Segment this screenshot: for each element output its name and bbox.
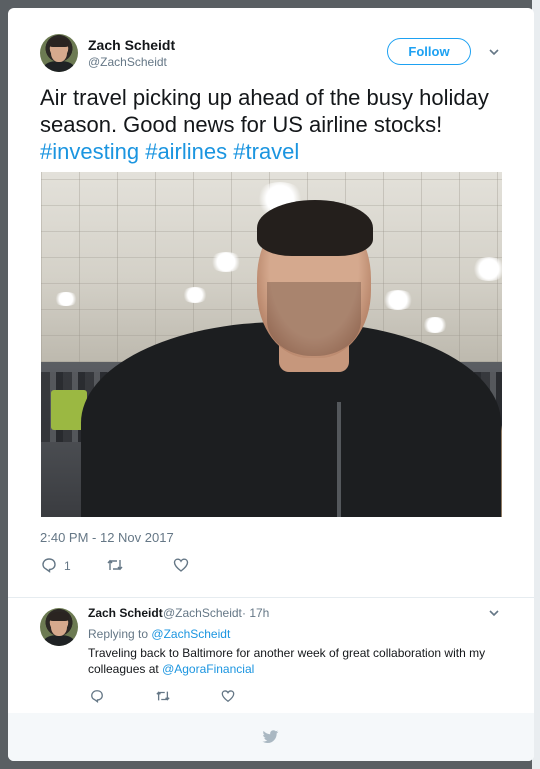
reply-reply-icon[interactable] — [90, 689, 104, 703]
tweet-timestamp[interactable]: 2:40 PM - 12 Nov 2017 — [40, 530, 174, 545]
reply-chevron-down-icon[interactable] — [489, 610, 499, 617]
tweet-text: Air travel picking up ahead of the busy … — [40, 84, 510, 165]
reply-body: Traveling back to Baltimore for another … — [88, 646, 486, 676]
divider — [8, 597, 534, 598]
like-icon[interactable] — [173, 557, 189, 573]
reply-count: 1 — [64, 559, 71, 573]
follow-button[interactable]: Follow — [387, 38, 471, 65]
reply-author-handle[interactable]: @ZachScheidt — [163, 606, 242, 620]
reply-text: Traveling back to Baltimore for another … — [88, 645, 488, 677]
author-handle[interactable]: @ZachScheidt — [88, 55, 167, 69]
modal-footer — [8, 713, 534, 761]
replying-to-handle[interactable]: @ZachScheidt — [151, 627, 230, 641]
reply-like-icon[interactable] — [221, 689, 235, 703]
hashtag-travel[interactable]: #travel — [233, 139, 299, 164]
tweet-photo[interactable] — [41, 172, 502, 517]
retweet-icon[interactable] — [106, 557, 124, 573]
twitter-bird-icon[interactable] — [262, 730, 279, 744]
tweet-body: Air travel picking up ahead of the busy … — [40, 85, 489, 137]
hashtag-investing[interactable]: #investing — [40, 139, 139, 164]
hashtag-airlines[interactable]: #airlines — [145, 139, 227, 164]
reply-author-avatar[interactable] — [40, 608, 78, 646]
reply-retweet-icon[interactable] — [155, 689, 171, 703]
reply-time[interactable]: · 17h — [242, 606, 269, 620]
author-name[interactable]: Zach Scheidt — [88, 37, 175, 53]
chevron-down-icon[interactable] — [489, 49, 499, 56]
replying-to: Replying to @ZachScheidt — [88, 627, 230, 641]
replying-to-label: Replying to — [88, 627, 149, 641]
author-avatar[interactable] — [40, 34, 78, 72]
reply-mention[interactable]: @AgoraFinancial — [162, 662, 254, 676]
reply-author-name[interactable]: Zach Scheidt — [88, 606, 163, 620]
tweet-modal: Zach Scheidt @ZachScheidt Follow Air tra… — [8, 8, 534, 761]
reply-icon[interactable] — [41, 557, 57, 573]
